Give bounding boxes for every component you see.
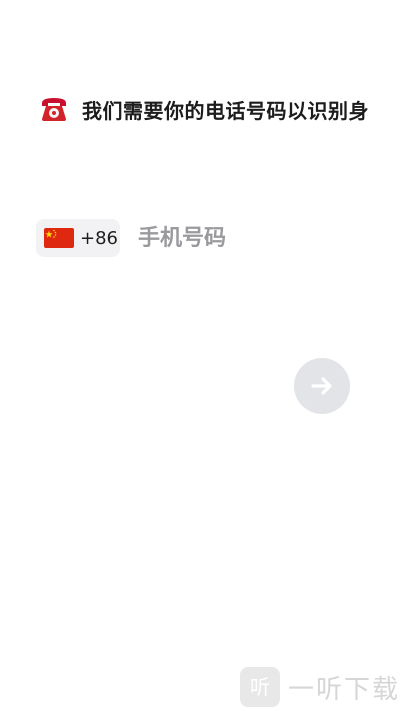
telephone-icon — [40, 96, 68, 122]
china-flag-icon — [44, 228, 74, 248]
heading-text: 我们需要你的电话号码以识别身 — [82, 98, 369, 123]
phone-entry-row: +86 — [36, 219, 348, 257]
watermark-logo-text: 听 — [250, 675, 270, 699]
page-heading: 我们需要你的电话号码以识别身 — [40, 93, 369, 125]
phone-number-input[interactable] — [138, 219, 348, 257]
next-button[interactable] — [294, 358, 350, 414]
arrow-right-icon — [311, 377, 332, 395]
watermark-logo: 听 — [240, 667, 280, 707]
watermark: 听 一听下载 — [240, 667, 400, 707]
country-code-selector[interactable]: +86 — [36, 219, 120, 257]
dial-code: +86 — [80, 227, 118, 249]
watermark-text: 一听下载 — [288, 674, 400, 705]
